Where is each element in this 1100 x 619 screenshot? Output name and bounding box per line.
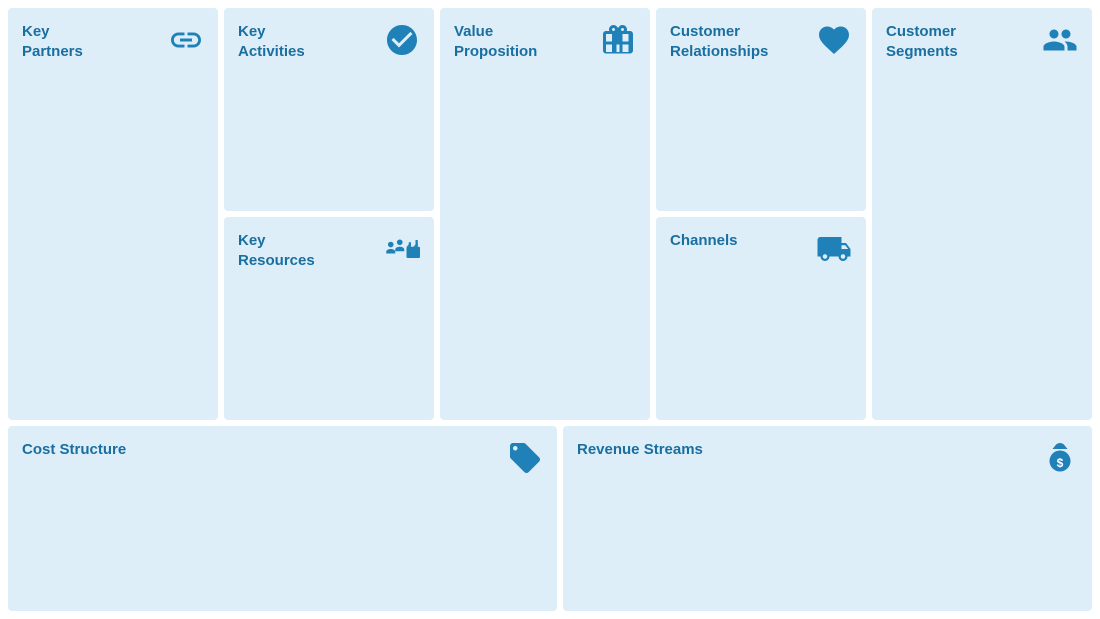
- value-proposition-title: Value Proposition: [454, 22, 591, 61]
- col-customer-relationships: Customer Relationships Channels: [656, 8, 866, 420]
- check-circle-icon: [384, 22, 420, 65]
- col-key-activities: Key Activities Key Resources: [224, 8, 434, 420]
- money-bag-icon: $: [1042, 440, 1078, 483]
- cost-structure-title: Cost Structure: [22, 440, 413, 460]
- customer-segments-title: Customer Segments: [886, 22, 1030, 61]
- svg-text:$: $: [1057, 456, 1064, 470]
- gift-icon: [600, 22, 636, 65]
- channels-title: Channels: [670, 231, 807, 251]
- bottom-section: Cost Structure Revenue Streams $: [8, 426, 1092, 611]
- cell-key-activities[interactable]: Key Activities: [224, 8, 434, 211]
- customer-relationships-title: Customer Relationships: [670, 22, 807, 61]
- cell-key-partners[interactable]: Key Partners: [8, 8, 218, 420]
- people-icon: [1042, 22, 1078, 65]
- heart-icon: [816, 22, 852, 65]
- cell-key-resources[interactable]: Key Resources: [224, 217, 434, 420]
- cell-customer-segments[interactable]: Customer Segments: [872, 8, 1092, 420]
- key-partners-title: Key Partners: [22, 22, 159, 61]
- cell-cost-structure[interactable]: Cost Structure: [8, 426, 557, 611]
- cell-revenue-streams[interactable]: Revenue Streams $: [563, 426, 1092, 611]
- revenue-streams-title: Revenue Streams: [577, 440, 953, 460]
- key-resources-title: Key Resources: [238, 231, 375, 270]
- truck-icon: [816, 231, 852, 274]
- cell-channels[interactable]: Channels: [656, 217, 866, 420]
- key-activities-title: Key Activities: [238, 22, 375, 61]
- business-model-canvas: Key Partners Key Activities: [0, 0, 1100, 619]
- cell-customer-relationships[interactable]: Customer Relationships: [656, 8, 866, 211]
- factory-people-icon: [384, 231, 420, 274]
- cell-value-proposition[interactable]: Value Proposition: [440, 8, 650, 420]
- tag-icon: [507, 440, 543, 483]
- link-icon: [168, 22, 204, 65]
- top-section: Key Partners Key Activities: [8, 8, 1092, 420]
